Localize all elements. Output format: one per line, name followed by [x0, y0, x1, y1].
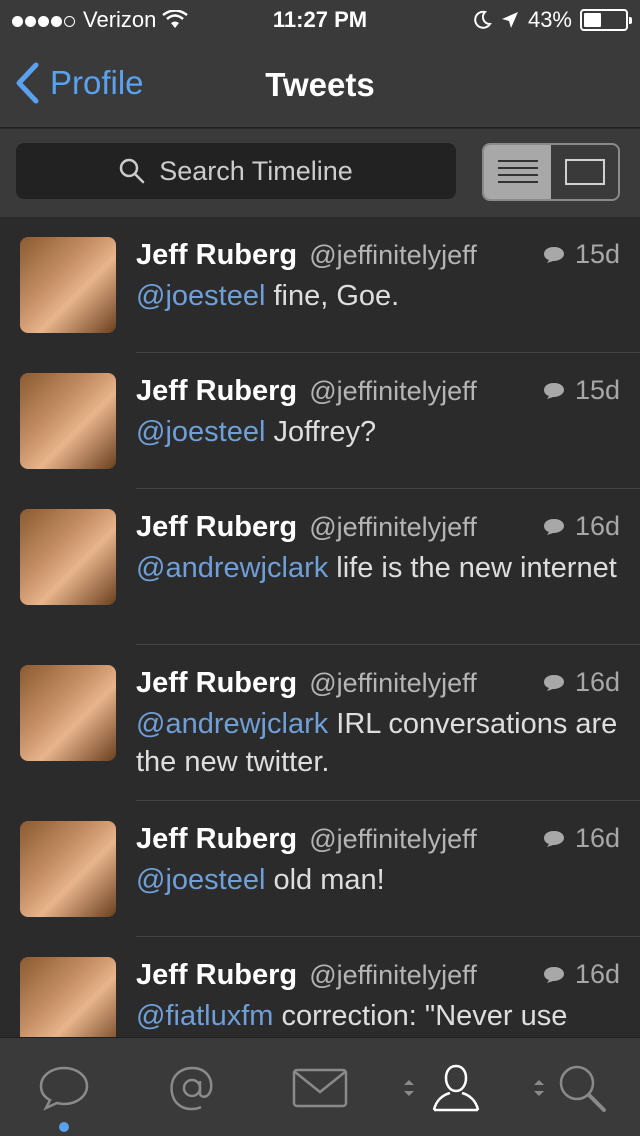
reply-bubble-icon: [543, 674, 564, 691]
search-switch-icon: [534, 1079, 544, 1096]
tweet-time-label: 15d: [574, 375, 620, 405]
tweet-row[interactable]: Jeff Ruberg @jeffinitelyjeff 16d @andrew…: [0, 489, 640, 645]
location-arrow-icon: [501, 12, 518, 28]
tweet-author-handle: @jeffinitelyjeff: [309, 512, 477, 542]
card-view-icon: [564, 159, 605, 185]
battery-icon: [580, 9, 632, 31]
tweet-author-name: Jeff Ruberg: [136, 375, 298, 407]
avatar[interactable]: [20, 821, 116, 917]
person-icon: [432, 1064, 480, 1111]
tweet-time: 16d: [543, 823, 620, 854]
tweet-message: old man!: [265, 864, 385, 896]
tweet-text: @joesteel Joffrey?: [136, 413, 620, 451]
navigation-bar: Profile Tweets: [0, 40, 640, 128]
tweet-time: 15d: [543, 375, 620, 406]
tweet-message: life is the new internet: [328, 552, 617, 584]
tweet-message: Joffrey?: [265, 416, 377, 448]
tweet-author-name: Jeff Ruberg: [136, 667, 298, 699]
tweet-mention[interactable]: @joesteel: [136, 416, 265, 448]
tweet-mention[interactable]: @joesteel: [136, 280, 265, 312]
tweet-header: Jeff Ruberg @jeffinitelyjeff 16d: [136, 823, 620, 863]
mentions-tab[interactable]: [152, 1038, 232, 1136]
tweet-time: 16d: [543, 959, 620, 990]
tweet-text: @joesteel fine, Goe.: [136, 277, 620, 315]
tweet-author-handle: @jeffinitelyjeff: [309, 376, 477, 406]
tweet-header: Jeff Ruberg @jeffinitelyjeff 15d: [136, 375, 620, 415]
list-view-icon: [497, 160, 538, 183]
tweet-author-name: Jeff Ruberg: [136, 239, 298, 271]
tweet-text: @andrewjclark life is the new internet: [136, 549, 620, 587]
avatar[interactable]: [20, 509, 116, 605]
tweet-text: @andrewjclark IRL conversations are the …: [136, 705, 620, 781]
reply-bubble-icon: [543, 518, 564, 535]
tweet-text: @joesteel old man!: [136, 861, 620, 899]
reply-bubble-icon: [543, 246, 564, 263]
moon-icon: [474, 10, 492, 29]
status-right: 43%: [472, 7, 632, 33]
tweet-author-handle: @jeffinitelyjeff: [309, 960, 477, 990]
search-tab[interactable]: [520, 1038, 620, 1136]
reply-bubble-icon: [543, 966, 564, 983]
status-bar: Verizon 11:27 PM 43%: [0, 0, 640, 40]
tweet-mention[interactable]: @andrewjclark: [136, 708, 328, 740]
timeline[interactable]: Jeff Ruberg @jeffinitelyjeff 15d @joeste…: [0, 217, 640, 1037]
list-view-button[interactable]: [484, 145, 551, 199]
search-icon: [119, 158, 145, 184]
avatar[interactable]: [20, 665, 116, 761]
tweet-message: correction: "Never use: [273, 1000, 568, 1032]
tweet-row[interactable]: Jeff Ruberg @jeffinitelyjeff 16d @fiatlu…: [0, 937, 640, 1037]
battery-fill: [584, 13, 602, 27]
messages-tab[interactable]: [280, 1038, 360, 1136]
search-row: Search Timeline: [0, 129, 640, 217]
search-placeholder: Search Timeline: [159, 155, 353, 186]
search-input[interactable]: Search Timeline: [16, 143, 456, 199]
view-toggle: [482, 143, 620, 201]
tweet-time: 15d: [543, 239, 620, 270]
tweet-author-handle: @jeffinitelyjeff: [309, 240, 477, 270]
tweet-time-label: 15d: [574, 239, 620, 269]
tweet-row[interactable]: Jeff Ruberg @jeffinitelyjeff 16d @joeste…: [0, 801, 640, 937]
tweet-row[interactable]: Jeff Ruberg @jeffinitelyjeff 16d @andrew…: [0, 645, 640, 801]
tweet-header: Jeff Ruberg @jeffinitelyjeff 16d: [136, 959, 620, 999]
tweet-row[interactable]: Jeff Ruberg @jeffinitelyjeff 15d @joeste…: [0, 217, 640, 353]
avatar[interactable]: [20, 957, 116, 1037]
tab-bar: [0, 1037, 640, 1136]
tweet-time: 16d: [543, 667, 620, 698]
tweet-time-label: 16d: [574, 511, 620, 541]
tweet-author-name: Jeff Ruberg: [136, 959, 298, 991]
at-sign-icon: [170, 1066, 213, 1110]
tweet-author-name: Jeff Ruberg: [136, 511, 298, 543]
tweet-author-handle: @jeffinitelyjeff: [309, 824, 477, 854]
magnifier-icon: [559, 1065, 606, 1112]
avatar[interactable]: [20, 373, 116, 469]
tweet-time-label: 16d: [574, 959, 620, 989]
tweet-header: Jeff Ruberg @jeffinitelyjeff 16d: [136, 667, 620, 707]
reply-bubble-icon: [543, 382, 564, 399]
tweet-message: fine, Goe.: [265, 280, 400, 312]
battery-percent: 43%: [527, 7, 572, 32]
avatar[interactable]: [20, 237, 116, 333]
tweet-author-name: Jeff Ruberg: [136, 823, 298, 855]
envelope-icon: [292, 1068, 348, 1107]
profile-tab[interactable]: [392, 1038, 492, 1136]
tweet-text: @fiatluxfm correction: "Never use: [136, 997, 620, 1035]
selected-indicator: [59, 1122, 69, 1132]
tweet-header: Jeff Ruberg @jeffinitelyjeff 15d: [136, 239, 620, 279]
tweet-time-label: 16d: [574, 667, 620, 697]
reply-bubble-icon: [543, 830, 564, 847]
account-switch-icon: [404, 1079, 414, 1096]
tweet-mention[interactable]: @fiatluxfm: [136, 1000, 273, 1032]
card-view-button[interactable]: [551, 145, 618, 199]
tweet-header: Jeff Ruberg @jeffinitelyjeff 16d: [136, 511, 620, 551]
page-title: Tweets: [265, 66, 375, 103]
tweet-author-handle: @jeffinitelyjeff: [309, 668, 477, 698]
tweet-time: 16d: [543, 511, 620, 542]
tweet-time-label: 16d: [574, 823, 620, 853]
tweet-mention[interactable]: @andrewjclark: [136, 552, 328, 584]
tweet-row[interactable]: Jeff Ruberg @jeffinitelyjeff 15d @joeste…: [0, 353, 640, 489]
tweet-mention[interactable]: @joesteel: [136, 864, 265, 896]
speech-bubble-icon: [39, 1066, 89, 1111]
